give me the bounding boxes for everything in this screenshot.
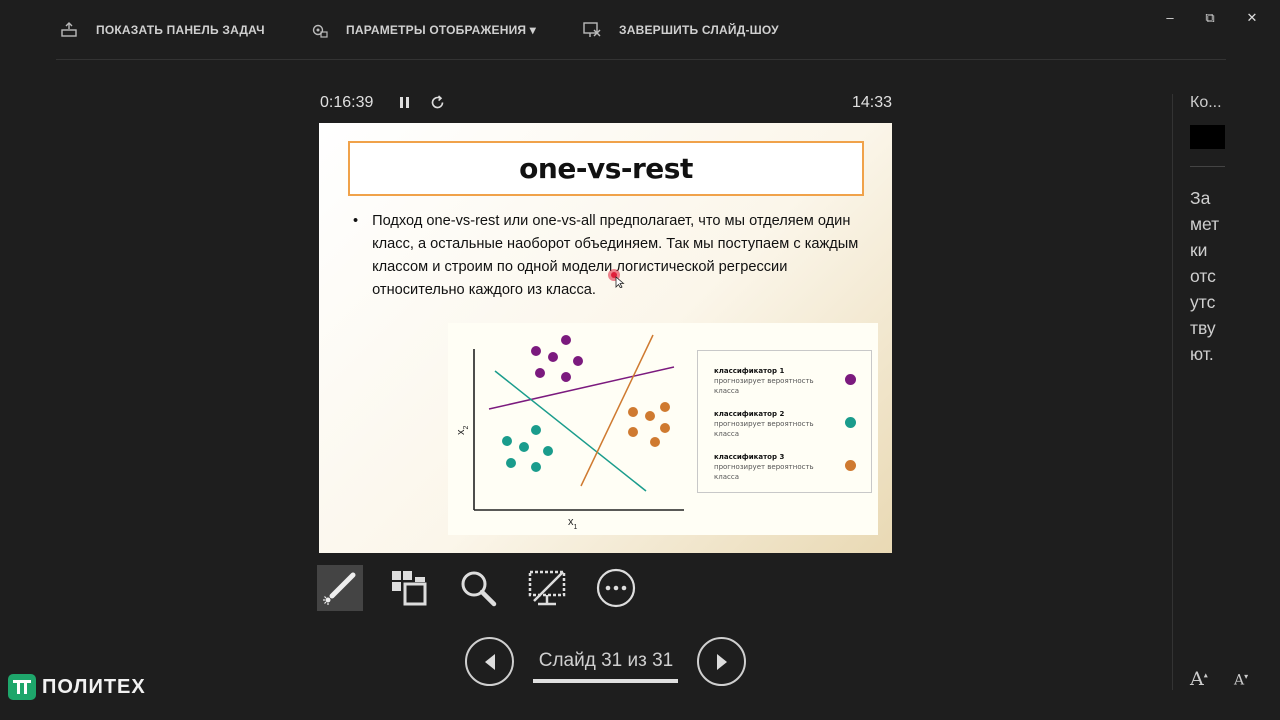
- slide-title: one-vs-rest: [519, 152, 693, 185]
- magnifier-icon: [461, 571, 497, 607]
- pen-tool-button[interactable]: [317, 565, 363, 611]
- restore-icon[interactable]: ⧉: [1200, 10, 1220, 26]
- legend-item: классификатор 3 прогнозирует вероятность…: [714, 453, 864, 482]
- increase-font-button[interactable]: A▴: [1190, 668, 1208, 690]
- legend-title: классификатор 2: [714, 410, 785, 418]
- bullet-dot: •: [353, 213, 359, 229]
- pause-icon: [400, 97, 409, 108]
- display-settings-icon: [312, 24, 328, 38]
- black-screen-button[interactable]: [524, 565, 570, 611]
- slide-bullet: • Подход one-vs-rest или one-vs-all пред…: [353, 210, 873, 302]
- pi-icon: [13, 680, 31, 694]
- current-slide[interactable]: one-vs-rest • Подход one-vs-rest или one…: [319, 123, 892, 553]
- class3-points: [628, 402, 670, 447]
- legend-dot: [845, 417, 856, 428]
- class2-points: [502, 425, 553, 472]
- laser-pointer-icon: [608, 269, 625, 288]
- end-slideshow-icon: [583, 22, 601, 37]
- decrease-font-button[interactable]: A▾: [1234, 672, 1248, 689]
- previous-slide-button[interactable]: [465, 637, 514, 686]
- more-options-button[interactable]: [593, 565, 639, 611]
- x-axis-sub: 1: [574, 524, 578, 531]
- reset-timer-button[interactable]: [430, 95, 445, 115]
- triangle-right-icon: [716, 653, 727, 670]
- slide-bullet-text: Подход one-vs-rest или one-vs-all предпо…: [372, 213, 859, 298]
- toolbar-divider: [56, 59, 1226, 60]
- legend-title: классификатор 1: [714, 367, 785, 375]
- ovr-plot: x1 x2: [455, 334, 684, 531]
- slide-progress-bar: [533, 679, 678, 683]
- legend-dot: [845, 460, 856, 471]
- pause-button[interactable]: [399, 96, 411, 114]
- next-slide-label: Ко...: [1190, 94, 1222, 111]
- legend-item: классификатор 1 прогнозирует вероятность…: [714, 367, 864, 396]
- diagram-legend: классификатор 1 прогнозирует вероятность…: [697, 350, 872, 493]
- elapsed-timer: 0:16:39: [320, 94, 374, 111]
- grid-slides-icon: [392, 571, 427, 606]
- ovr-diagram: x1 x2 классификатор 1 прогнозирует вероя…: [448, 323, 878, 535]
- more-icon: [596, 568, 636, 608]
- next-slide-button[interactable]: [697, 637, 746, 686]
- refresh-icon: [431, 95, 444, 109]
- polytech-logo-mark: [8, 674, 36, 700]
- presenter-tools: [317, 565, 662, 611]
- svg-text:x2: x2: [455, 426, 470, 436]
- y-axis-sub: 2: [463, 426, 470, 430]
- display-settings-label: ПАРАМЕТРЫ ОТОБРАЖЕНИЯ ▾: [346, 23, 536, 37]
- speaker-notes: Заметки отсутствуют.: [1190, 188, 1220, 364]
- show-taskbar-label: ПОКАЗАТЬ ПАНЕЛЬ ЗАДАЧ: [96, 23, 265, 37]
- end-slideshow-button[interactable]: ЗАВЕРШИТЬ СЛАЙД-ШОУ: [583, 22, 779, 38]
- legend-item: классификатор 2 прогнозирует вероятность…: [714, 410, 864, 439]
- legend-dot: [845, 374, 856, 385]
- svg-text:x1: x1: [568, 516, 578, 531]
- laser-pen-icon: [323, 572, 356, 605]
- legend-desc: прогнозирует вероятность класса: [714, 420, 814, 438]
- display-settings-button[interactable]: ПАРАМЕТРЫ ОТОБРАЖЕНИЯ ▾: [310, 22, 536, 38]
- polytech-logo: ПОЛИТЕХ: [8, 674, 146, 700]
- taskbar-icon: [61, 22, 77, 37]
- zoom-button[interactable]: [455, 565, 501, 611]
- minimize-icon[interactable]: –: [1160, 10, 1180, 25]
- next-slide-preview[interactable]: [1190, 125, 1225, 149]
- font-increase-icon: A: [1190, 668, 1204, 690]
- see-all-slides-button[interactable]: [386, 565, 432, 611]
- legend-desc: прогнозирует вероятность класса: [714, 377, 814, 395]
- class1-points: [531, 335, 583, 382]
- slide-title-box: one-vs-rest: [348, 141, 864, 196]
- triangle-left-icon: [484, 653, 495, 670]
- font-decrease-icon: A: [1234, 672, 1245, 689]
- slide-counter[interactable]: Слайд 31 из 31: [520, 650, 692, 672]
- legend-title: классификатор 3: [714, 453, 785, 461]
- current-time: 14:33: [851, 94, 892, 111]
- close-icon[interactable]: ✕: [1242, 10, 1262, 26]
- end-slideshow-label: ЗАВЕРШИТЬ СЛАЙД-ШОУ: [619, 23, 779, 37]
- presenter-toolbar: ПОКАЗАТЬ ПАНЕЛЬ ЗАДАЧ ПАРАМЕТРЫ ОТОБРАЖЕ…: [0, 0, 1280, 62]
- polytech-logo-text: ПОЛИТЕХ: [42, 675, 146, 698]
- legend-desc: прогнозирует вероятность класса: [714, 463, 814, 481]
- screen-off-icon: [528, 570, 566, 606]
- show-taskbar-button[interactable]: ПОКАЗАТЬ ПАНЕЛЬ ЗАДАЧ: [60, 22, 265, 38]
- notes-panel: Ко... Заметки отсутствуют.: [1172, 94, 1280, 690]
- notes-divider: [1190, 166, 1225, 167]
